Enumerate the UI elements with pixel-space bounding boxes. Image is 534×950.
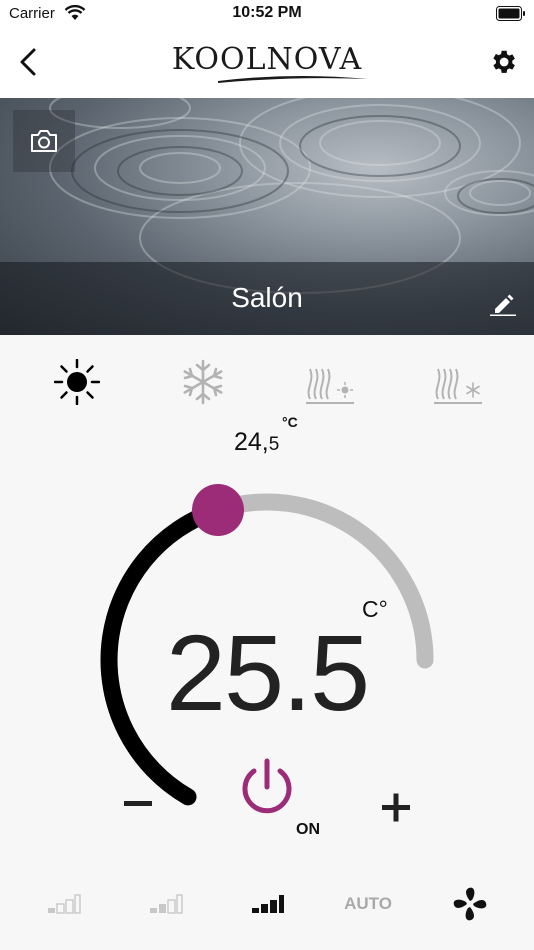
zone-photo: Salón [0,98,534,335]
zone-name: Salón [231,282,303,313]
logo-swash-icon [218,75,368,83]
battery-icon [496,6,526,26]
minus-icon [124,801,152,806]
decrease-temperature-button[interactable] [120,786,156,822]
mode-radiant-heat-button[interactable] [300,354,360,410]
nav-bar: KOOLNOVA [0,30,534,98]
mode-radiant-cool-button[interactable] [428,354,488,410]
fan-mode-button[interactable] [450,886,490,922]
current-temperature: 24,5 °C [234,414,298,457]
fan-speed-low-button[interactable] [46,886,82,922]
speed-medium-icon [150,894,183,914]
radiant-heat-icon [306,368,354,404]
radiant-cool-icon [434,368,482,404]
power-button[interactable] [236,756,298,818]
current-temperature-unit: °C [282,414,298,430]
current-temperature-fraction: 5 [268,434,280,455]
fan-speed-bar: AUTO [0,878,534,930]
fan-icon [453,887,487,921]
fan-speed-high-button[interactable] [250,886,286,922]
increase-temperature-button[interactable] [378,789,414,825]
status-time: 10:52 PM [232,4,302,21]
edit-zone-name-button[interactable] [490,290,516,321]
change-photo-button[interactable] [13,110,75,172]
sun-icon [54,359,100,405]
setpoint-unit: C° [362,596,388,622]
brand-logo: KOOLNOVA [171,42,363,77]
fan-speed-medium-button[interactable] [148,886,184,922]
mode-heat-button[interactable] [47,354,107,410]
mode-cool-button[interactable] [173,354,233,410]
power-state-label: ON [296,821,320,838]
setpoint-knob[interactable] [192,483,245,536]
camera-icon [31,130,57,152]
status-bar: Carrier 10:52 PM [0,0,534,30]
speed-low-icon [48,894,81,914]
plus-icon [382,793,410,822]
speed-high-icon [252,895,284,913]
current-temperature-whole: 24, [234,428,269,456]
thermostat-dial[interactable]: 25.5 C° ON [0,480,534,838]
settings-button[interactable] [488,47,518,77]
power-icon [242,758,292,814]
zone-caption: Salón [0,262,534,335]
pencil-icon [490,294,516,316]
mode-selector [0,352,534,412]
snowflake-icon [183,359,223,405]
gear-icon [493,50,515,73]
fan-speed-auto-button[interactable]: AUTO [338,886,398,922]
setpoint-value: 25.5 [165,612,370,733]
